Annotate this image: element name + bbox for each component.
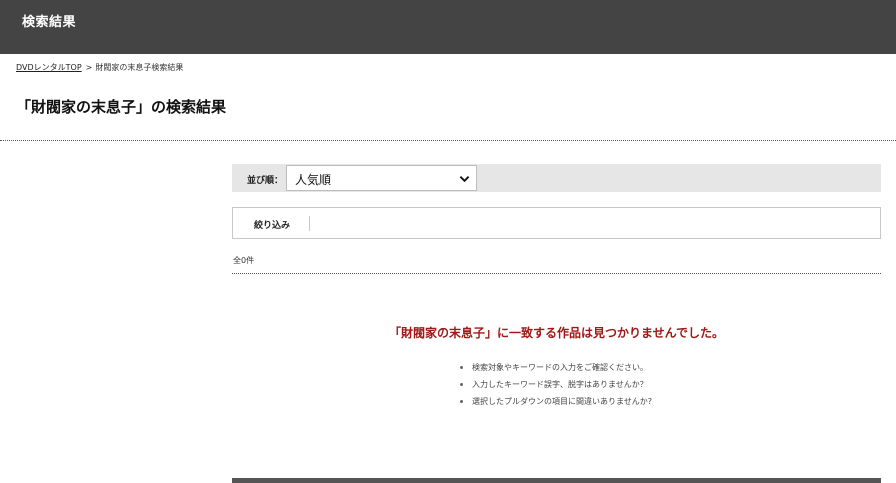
hint-list: 検索対象やキーワードの入力をご確認ください。 入力したキーワード誤字、脱字はあり… (460, 359, 652, 410)
sort-select-value: 人気順 (295, 173, 332, 187)
breadcrumb: DVDレンタルTOP > 財閥家の末息子検索結果 (16, 62, 183, 73)
count-divider (232, 273, 881, 274)
result-count: 全0件 (233, 256, 255, 265)
sort-bar: 並び順： 人気順 (232, 164, 881, 192)
filter-toggle[interactable]: 絞り込み (254, 218, 290, 231)
hint-item: 検索対象やキーワードの入力をご確認ください。 (460, 359, 652, 376)
hint-item: 選択したプルダウンの項目に間違いありませんか? (460, 393, 652, 410)
sort-select[interactable]: 人気順 (286, 165, 477, 191)
site-header: 検索結果 (0, 0, 896, 54)
breadcrumb-current: 財閥家の末息子検索結果 (95, 63, 184, 72)
filter-bar: 絞り込み (232, 207, 881, 239)
page-title: 「財閥家の末息子」の検索結果 (16, 98, 227, 116)
hint-item: 入力したキーワード誤字、脱字はありませんか？ (460, 376, 652, 393)
header-title: 検索結果 (22, 15, 77, 30)
no-result-message: 「財閥家の末息子」に一致する作品は見つかりませんでした。 (388, 326, 725, 340)
breadcrumb-separator: > (85, 63, 93, 72)
title-divider (0, 140, 896, 141)
breadcrumb-home-link[interactable]: DVDレンタルTOP (16, 63, 82, 72)
bottom-bar (232, 478, 881, 483)
filter-separator (309, 216, 310, 231)
chevron-down-icon (459, 176, 470, 183)
sort-label: 並び順： (247, 176, 284, 186)
